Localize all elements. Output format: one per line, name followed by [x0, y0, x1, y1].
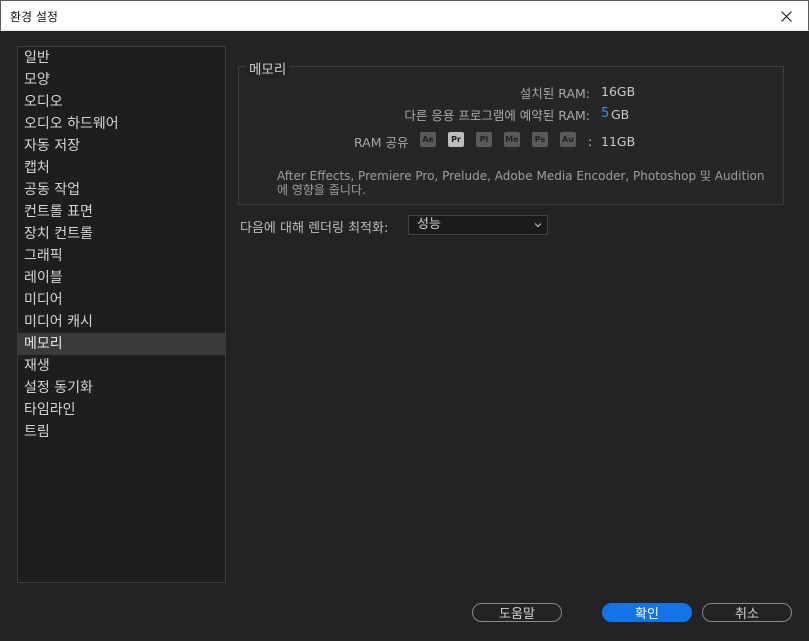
- app-badge-ae: Ae: [420, 132, 436, 147]
- sidebar-item[interactable]: 모양: [18, 69, 225, 91]
- sidebar-item[interactable]: 공동 작업: [18, 179, 225, 201]
- ram-shared-label: RAM 공유: [354, 135, 409, 150]
- render-optimize-value: 성능: [417, 217, 441, 232]
- sidebar-item[interactable]: 미디어 캐시: [18, 311, 225, 333]
- sidebar-item[interactable]: 오디오 하드웨어: [18, 113, 225, 135]
- app-badge-ps: Ps: [532, 132, 548, 147]
- sidebar-item[interactable]: 자동 저장: [18, 135, 225, 157]
- sidebar-item[interactable]: 일반: [18, 47, 225, 69]
- ram-shared-separator: :: [588, 134, 593, 149]
- installed-ram-value: 16GB: [601, 84, 636, 99]
- window-title: 환경 설정: [10, 10, 58, 24]
- chevron-down-icon: [534, 223, 542, 228]
- preferences-category-list[interactable]: 일반 모양 오디오 오디오 하드웨어 자동 저장 캡처 공동 작업 컨트롤 표면 장치 컨트롤 그…: [17, 46, 226, 583]
- sidebar-item[interactable]: 메모리: [18, 333, 225, 355]
- app-badge-pr: Pr: [448, 132, 464, 147]
- sidebar-item[interactable]: 오디오: [18, 91, 225, 113]
- memory-note-line2: 에 영향을 줍니다.: [277, 183, 366, 197]
- app-badge-me: Me: [504, 132, 520, 147]
- sidebar-item[interactable]: 재생: [18, 355, 225, 377]
- memory-group-title: 메모리: [246, 58, 290, 78]
- help-button[interactable]: 도움말: [472, 603, 562, 622]
- sidebar-item[interactable]: 그래픽: [18, 245, 225, 267]
- close-icon: [780, 10, 792, 22]
- render-optimize-label: 다음에 대해 렌더링 최적화:: [240, 221, 389, 236]
- sidebar-item[interactable]: 미디어: [18, 289, 225, 311]
- app-badge-pl: Pl: [476, 132, 492, 147]
- sidebar-item[interactable]: 타임라인: [18, 399, 225, 421]
- cancel-button[interactable]: 취소: [702, 603, 792, 622]
- ok-button[interactable]: 확인: [602, 603, 692, 622]
- sidebar-item[interactable]: 장치 컨트롤: [18, 223, 225, 245]
- installed-ram-label: 설치된 RAM:: [519, 86, 590, 101]
- app-badge-au: Au: [560, 132, 576, 147]
- reserved-ram-input[interactable]: 5: [601, 106, 609, 121]
- memory-note-line1: After Effects, Premiere Pro, Prelude, Ad…: [277, 169, 765, 183]
- sidebar-item[interactable]: 설정 동기화: [18, 377, 225, 399]
- render-optimize-select[interactable]: 성능: [408, 215, 548, 235]
- sidebar-item[interactable]: 트림: [18, 421, 225, 443]
- memory-note: After Effects, Premiere Pro, Prelude, Ad…: [277, 169, 765, 197]
- reserved-ram-unit: GB: [611, 107, 630, 122]
- close-button[interactable]: [764, 1, 808, 31]
- sidebar-item[interactable]: 컨트롤 표면: [18, 201, 225, 223]
- ram-shared-value: 11GB: [601, 134, 636, 149]
- sidebar-item[interactable]: 레이블: [18, 267, 225, 289]
- sidebar-item[interactable]: 캡처: [18, 157, 225, 179]
- title-bar: 환경 설정: [0, 0, 809, 31]
- reserved-ram-label: 다른 응용 프로그램에 예약된 RAM:: [404, 108, 590, 123]
